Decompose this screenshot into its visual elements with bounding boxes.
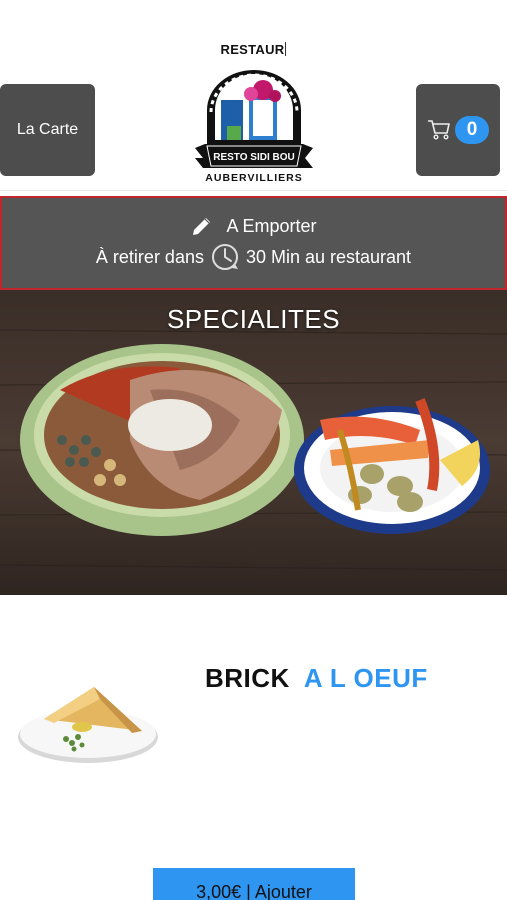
menu-button[interactable]: La Carte bbox=[0, 84, 95, 176]
logo-city-text: AUBERVILLIERS bbox=[205, 172, 302, 184]
clock-icon bbox=[211, 244, 238, 270]
menu-button-label: La Carte bbox=[16, 121, 79, 138]
cart-icon bbox=[428, 120, 450, 140]
pickup-suffix: 30 Min au restaurant bbox=[245, 246, 412, 267]
logo-name-text: RESTO SIDI BOU bbox=[213, 152, 295, 163]
product-name: BRICK A L OEUF bbox=[205, 663, 428, 694]
app-header: RESTAUR La Carte RESTO SIDI BOU AUBERVIL… bbox=[0, 0, 507, 190]
brick-product-image bbox=[18, 687, 158, 763]
text-caret bbox=[285, 42, 287, 56]
header-divider bbox=[0, 190, 507, 191]
cart-count-badge: 0 bbox=[455, 116, 489, 144]
product-card: BRICK A L OEUF 3,00€ | Ajouter bbox=[0, 595, 507, 900]
pickup-prefix: À retirer dans bbox=[95, 246, 204, 267]
category-hero[interactable]: SPECIALITES bbox=[0, 290, 507, 595]
order-mode-label: A Emporter bbox=[226, 215, 317, 236]
category-title: SPECIALITES bbox=[166, 304, 341, 334]
restaurant-logo: RESTO SIDI BOU AUBERVILLIERS bbox=[195, 70, 313, 184]
product-name-part2: A L OEUF bbox=[303, 663, 428, 693]
order-mode-row: A Emporter bbox=[2, 214, 505, 238]
product-name-part1: BRICK bbox=[205, 663, 290, 693]
order-mode-banner[interactable]: A Emporter À retirer dans 30 Min au rest… bbox=[0, 196, 507, 290]
add-to-cart-button[interactable]: 3,00€ | Ajouter bbox=[153, 868, 355, 900]
cart-button[interactable]: 0 bbox=[416, 84, 500, 176]
page-title-text: RESTAUR bbox=[220, 42, 285, 57]
add-to-cart-label: 3,00€ | Ajouter bbox=[196, 882, 312, 900]
page-title: RESTAUR bbox=[0, 42, 507, 57]
specialites-dish-image bbox=[0, 290, 507, 595]
pickup-time-row: À retirer dans 30 Min au restaurant bbox=[2, 242, 505, 272]
pencil-icon bbox=[193, 218, 211, 235]
